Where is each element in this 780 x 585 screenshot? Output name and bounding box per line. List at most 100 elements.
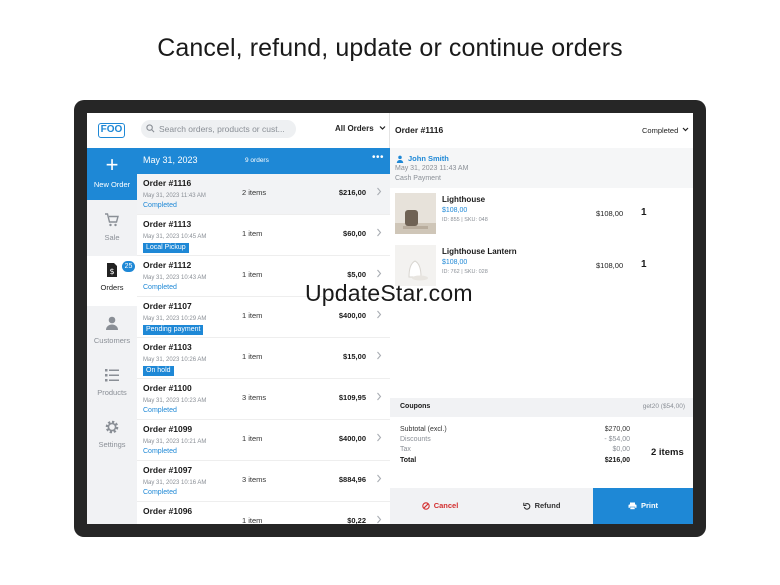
- order-detail-panel: Order #1116 Completed John Smith May 31,…: [390, 113, 693, 524]
- order-number: Order #1100: [143, 383, 192, 393]
- order-amount: $60,00: [343, 229, 366, 238]
- order-amount: $216,00: [338, 188, 366, 197]
- sidebar-item-settings[interactable]: Settings: [87, 413, 137, 463]
- search-input[interactable]: Search orders, products or cust...: [141, 120, 296, 138]
- discounts-row: Discounts - $54,00: [400, 436, 630, 446]
- date-group-count: 9 orders: [245, 157, 269, 164]
- watermark: UpdateStar.com: [305, 280, 473, 306]
- search-icon: [146, 124, 155, 133]
- order-date: May 31, 2023 11:43 AM: [395, 165, 469, 172]
- order-item-count: 1 item: [242, 311, 263, 320]
- status-badge: Completed: [143, 202, 177, 209]
- status-badge: Pending payment: [143, 325, 204, 335]
- orders-count-badge: 25: [122, 261, 135, 272]
- order-row[interactable]: Order #1097 May 31, 2023 10:16 AM Complete…: [137, 461, 390, 502]
- gear-icon: [105, 420, 119, 434]
- orders-list-panel: Search orders, products or cust... All O…: [137, 113, 390, 524]
- chevron-right-icon: [377, 351, 382, 360]
- more-icon[interactable]: •••: [372, 152, 384, 163]
- status-badge: On hold: [143, 366, 174, 376]
- customer-name-link[interactable]: John Smith: [408, 154, 449, 163]
- app-logo: FOO: [98, 123, 125, 138]
- order-item-count: 1 item: [242, 434, 263, 443]
- tax-value: $0,00: [612, 446, 630, 453]
- cancel-button[interactable]: Cancel: [390, 488, 490, 524]
- discounts-label: Discounts: [400, 436, 431, 443]
- sidebar-item-products[interactable]: Products: [87, 361, 137, 411]
- order-amount: $400,00: [338, 311, 366, 320]
- refund-button[interactable]: Refund: [490, 488, 593, 524]
- sidebar-item-customers[interactable]: Customers: [87, 309, 137, 359]
- cart-icon: [105, 213, 119, 227]
- sidebar-item-label: Settings: [98, 440, 126, 449]
- line-total: $108,00: [596, 209, 624, 218]
- cancel-label: Cancel: [433, 501, 459, 510]
- printer-icon: [628, 502, 637, 510]
- status-badge: Completed: [143, 407, 177, 414]
- line-total: $108,00: [596, 261, 624, 270]
- order-time: May 31, 2023 10:16 AM: [143, 480, 207, 486]
- order-time: May 31, 2023 10:29 AM: [143, 316, 207, 322]
- order-row[interactable]: Order #1100 May 31, 2023 10:23 AM Complete…: [137, 379, 390, 420]
- cancel-icon: [421, 502, 430, 510]
- product-price: $108,00: [442, 207, 468, 214]
- plus-icon: +: [105, 152, 119, 177]
- total-row: Total $216,00: [400, 457, 630, 467]
- subtotal-value: $270,00: [604, 426, 630, 433]
- order-status-dropdown[interactable]: Completed: [642, 126, 678, 135]
- orders-filter-dropdown[interactable]: All Orders: [335, 124, 386, 133]
- list-icon: [105, 369, 119, 382]
- print-label: Print: [640, 501, 659, 510]
- chevron-right-icon: [377, 228, 382, 237]
- tax-row: Tax $0,00: [400, 446, 630, 456]
- coupons-row[interactable]: Coupons get20 ($54,00): [390, 398, 693, 417]
- person-icon: [106, 316, 118, 330]
- product-name: Lighthouse Lantern: [442, 247, 517, 256]
- discounts-value: - $54,00: [604, 436, 630, 443]
- order-number: Order #1116: [143, 178, 192, 188]
- tax-label: Tax: [400, 446, 411, 453]
- headline: Cancel, refund, update or continue order…: [157, 34, 623, 62]
- order-item-count: 3 items: [242, 475, 267, 484]
- app-screen: FOO + New Order Sale $ Orders 25 Custome…: [87, 113, 693, 524]
- order-row[interactable]: Order #1113 May 31, 2023 10:45 AM Local Pi…: [137, 215, 390, 256]
- order-time: May 31, 2023 10:26 AM: [143, 357, 207, 363]
- sidebar-item-label: Sale: [104, 233, 120, 242]
- new-order-label: New Order: [93, 180, 131, 189]
- item-count: 2 items: [651, 447, 684, 458]
- sidebar-item-label: Customers: [93, 336, 131, 345]
- order-item-count: 1 item: [242, 516, 263, 524]
- order-number: Order #1097: [143, 465, 193, 475]
- order-row[interactable]: Order #1116 May 31, 2023 11:43 AM Complete…: [137, 174, 390, 215]
- sidebar-item-orders[interactable]: $ Orders 25: [87, 256, 137, 306]
- coupon-value: get20 ($54,00): [642, 403, 685, 410]
- order-item-count: 3 items: [242, 393, 267, 402]
- status-badge: Completed: [143, 284, 177, 291]
- new-order-button[interactable]: + New Order: [87, 148, 137, 200]
- order-amount: $5,00: [347, 270, 366, 279]
- order-title: Order #1116: [395, 125, 444, 135]
- total-value: $216,00: [604, 457, 630, 464]
- print-button[interactable]: Print: [593, 488, 693, 524]
- date-group-label: May 31, 2023: [143, 155, 198, 165]
- coupons-label: Coupons: [400, 403, 431, 410]
- sidebar-item-label: Orders: [100, 283, 124, 292]
- order-row[interactable]: Order #1099 May 31, 2023 10:21 AM Complete…: [137, 420, 390, 461]
- order-item-count: 2 items: [242, 188, 267, 197]
- order-row[interactable]: Order #1096 1 item $0,22: [137, 502, 390, 524]
- order-number: Order #1099: [143, 424, 193, 434]
- date-group-header: May 31, 2023 9 orders •••: [137, 148, 390, 174]
- sidebar-item-label: Products: [97, 388, 127, 397]
- order-row[interactable]: Order #1103 May 31, 2023 10:26 AM On hold 1…: [137, 338, 390, 379]
- chevron-down-icon[interactable]: [682, 126, 689, 133]
- product-name: Lighthouse: [442, 195, 486, 204]
- order-time: May 31, 2023 10:23 AM: [143, 398, 207, 404]
- subtotal-label: Subtotal (excl.): [400, 426, 447, 433]
- product-meta: ID: 855 | SKU: 048: [442, 217, 488, 223]
- orders-icon: $: [107, 263, 117, 277]
- sidebar-item-sale[interactable]: Sale: [87, 206, 137, 256]
- product-meta: ID: 762 | SKU: 028: [442, 269, 488, 275]
- order-amount: $0,22: [347, 516, 366, 524]
- order-line-item[interactable]: Lighthouse $108,00 ID: 855 | SKU: 048 $1…: [390, 193, 693, 243]
- payment-method: Cash Payment: [395, 175, 441, 182]
